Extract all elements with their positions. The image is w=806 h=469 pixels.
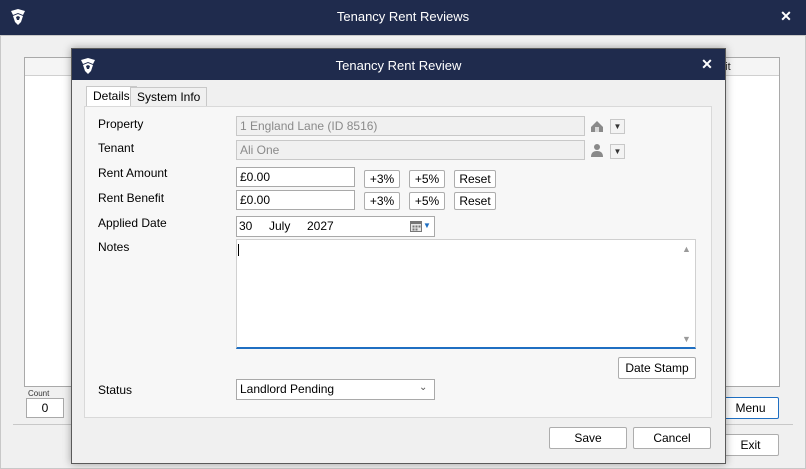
rent-benefit-label: Rent Benefit [98,191,165,205]
cancel-button[interactable]: Cancel [633,427,711,449]
exit-button[interactable]: Exit [722,434,779,456]
scroll-down-icon[interactable]: ▼ [682,334,691,344]
applied-date-month[interactable]: July [269,219,290,233]
person-icon[interactable] [589,142,605,158]
applied-date-year[interactable]: 2027 [307,219,334,233]
rent-benefit-reset-button[interactable]: Reset [454,192,496,210]
applied-date-day[interactable]: 30 [239,219,252,233]
back-window-close-icon[interactable]: ✕ [776,6,796,26]
applied-date-label: Applied Date [98,216,167,230]
applied-date-picker[interactable] [236,216,435,237]
status-label: Status [98,383,133,397]
calendar-dropdown-icon[interactable]: ▼ [423,221,431,230]
text-caret [238,244,239,256]
date-stamp-button[interactable]: Date Stamp [618,357,696,379]
notes-textarea[interactable] [236,239,696,349]
property-dropdown-button[interactable]: ▼ [610,119,625,134]
rent-amount-label: Rent Amount [98,166,168,180]
status-select[interactable]: Landlord Pending [236,379,435,400]
calendar-icon[interactable] [410,220,422,232]
notes-label: Notes [98,240,130,254]
rent-benefit-input[interactable]: £0.00 [236,190,355,210]
dialog-title: Tenancy Rent Review [335,58,462,73]
dialog-close-icon[interactable]: ✕ [697,54,717,74]
property-label: Property [98,117,144,131]
rent-benefit-plus5-button[interactable]: +5% [409,192,445,210]
rent-amount-reset-button[interactable]: Reset [454,170,496,188]
rent-amount-plus5-button[interactable]: +5% [409,170,445,188]
scroll-up-icon[interactable]: ▲ [682,244,691,254]
menu-button[interactable]: Menu [722,397,779,419]
building-icon[interactable] [589,118,605,134]
back-window-title: Tenancy Rent Reviews [336,9,470,24]
count-value: 0 [26,398,64,418]
chevron-down-icon[interactable]: ⌄ [419,382,427,393]
tenant-label: Tenant [98,141,135,155]
rent-amount-input[interactable]: £0.00 [236,167,355,187]
tab-system-info[interactable]: System Info [130,87,208,106]
tenant-dropdown-button[interactable]: ▼ [610,144,625,159]
tenant-field[interactable]: Ali One [236,140,585,160]
count-label: Count [28,389,50,398]
rent-amount-plus3-button[interactable]: +3% [364,170,400,188]
rent-benefit-plus3-button[interactable]: +3% [364,192,400,210]
property-field[interactable]: 1 England Lane (ID 8516) [236,116,585,136]
save-button[interactable]: Save [549,427,627,449]
